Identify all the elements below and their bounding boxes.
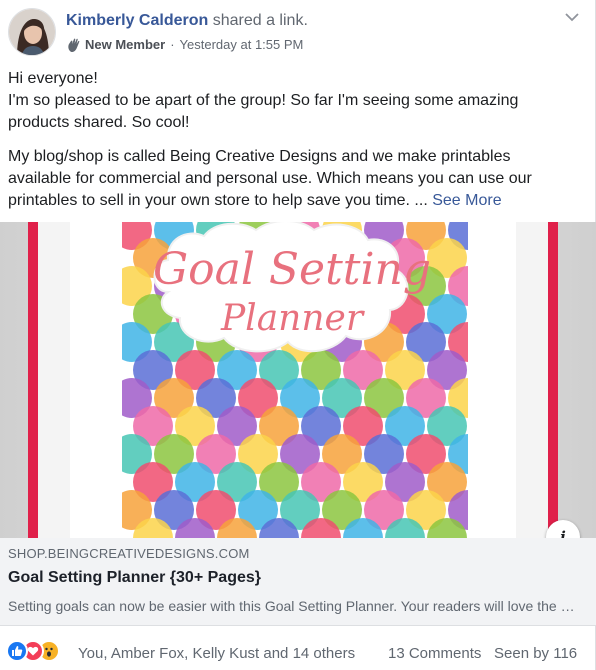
member-badge[interactable]: New Member (85, 36, 165, 54)
link-preview-card[interactable]: SHOP.BEINGCREATIVEDESIGNS.COM Goal Setti… (0, 538, 596, 626)
link-domain: SHOP.BEINGCREATIVEDESIGNS.COM (8, 546, 250, 561)
meta-separator: · (170, 37, 175, 52)
reactions-bar: You, Amber Fox, Kelly Kust and 14 others… (0, 636, 596, 670)
post-header: Kimberly Calderon shared a link. New Mem… (0, 0, 596, 64)
planner-cover-image: Goal Setting Planner (0, 222, 596, 538)
post-line: I'm so pleased to be apart of the group!… (8, 92, 519, 131)
reaction-names-link[interactable]: You, Amber Fox, Kelly Kust and 14 others (78, 645, 355, 663)
avatar[interactable] (8, 8, 56, 56)
see-more-link[interactable]: See More (432, 192, 501, 209)
author-action: shared a link. (212, 12, 308, 29)
image-title-line1: Goal Setting (153, 244, 431, 295)
like-icon (6, 640, 28, 662)
link-preview-image[interactable]: Goal Setting Planner (0, 222, 596, 538)
comments-count-link[interactable]: 13 Comments (388, 645, 481, 663)
author-line: Kimberly Calderon shared a link. (66, 11, 308, 31)
post-paragraph-2: My blog/shop is called Being Creative De… (8, 146, 578, 212)
post-timestamp[interactable]: Yesterday at 1:55 PM (180, 36, 304, 54)
post-text: Hi everyone! I'm so pleased to be apart … (8, 68, 578, 224)
post-line: Hi everyone! (8, 70, 98, 87)
chevron-down-icon[interactable] (564, 10, 580, 22)
reaction-icons[interactable] (6, 640, 78, 662)
seen-by-link[interactable]: Seen by 116 (494, 645, 577, 663)
link-description: Setting goals can now be easier with thi… (8, 598, 578, 614)
waving-hand-icon (66, 37, 82, 53)
avatar-photo (9, 9, 55, 55)
author-name-link[interactable]: Kimberly Calderon (66, 12, 208, 29)
post-paragraph-1: Hi everyone! I'm so pleased to be apart … (8, 68, 578, 134)
post-meta: New Member · Yesterday at 1:55 PM (66, 36, 303, 54)
image-title-line2: Planner (220, 298, 365, 339)
feed-post: Kimberly Calderon shared a link. New Mem… (0, 0, 596, 670)
link-title[interactable]: Goal Setting Planner {30+ Pages} (8, 568, 261, 588)
